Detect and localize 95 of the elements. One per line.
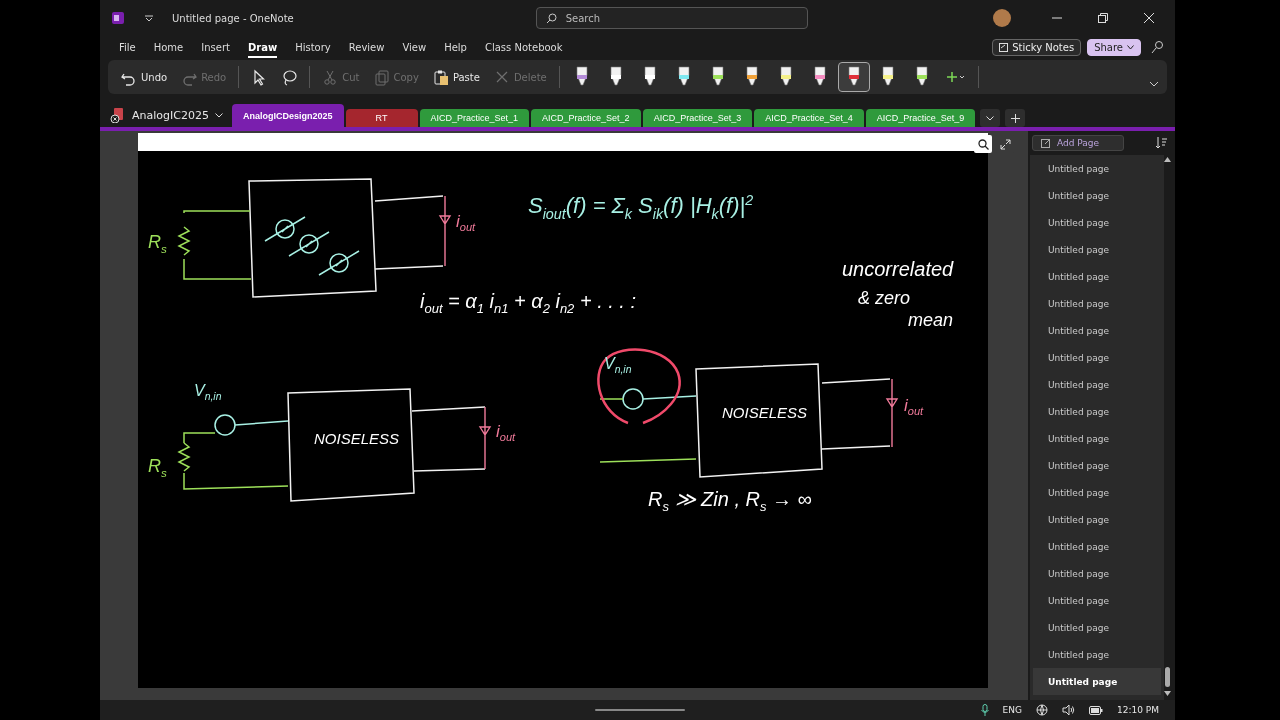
lasso-icon [281,68,298,86]
handwritten-note: uncorrelated [842,259,954,279]
page-item[interactable]: Untitled page [1030,371,1164,398]
microphone-icon[interactable] [980,704,989,716]
quick-access-caret-icon[interactable] [144,14,154,22]
search-icon [545,13,557,24]
scroll-up-icon[interactable] [1163,157,1171,162]
section-tab[interactable]: RT [345,109,418,127]
search-icon [977,138,989,150]
close-icon[interactable] [1144,13,1154,23]
restore-icon[interactable] [1098,13,1108,23]
section-tab[interactable]: AICD_Practice_Set_4 [754,109,864,127]
handwritten-note: i$_{out}$ = α$_{1}$ i$_{n1}$ + α$_{2}$ i$_{n2}$ + . . . : [420,291,637,315]
plus-icon [945,71,966,83]
handwritten-note: R$_{s}$ ≫ Zin , R$_{s}$ → ∞ [648,489,812,513]
user-avatar[interactable] [993,9,1011,27]
page-item[interactable]: Untitled page [1030,425,1164,452]
handwritten-note: S$_{iout}$(f) = Σ$_{k}$ S$_{ik}$(f) |H$_{k}$(f)|$^{2}$ [528,193,754,221]
caret-icon [214,112,223,118]
page-item[interactable]: Untitled page [1030,641,1164,668]
menu-tab[interactable]: History [286,39,340,55]
window-title: Untitled page - OneNote [172,12,294,24]
handwritten-note: & zero [858,289,911,307]
menu-tab[interactable]: Help [435,39,476,55]
section-tab[interactable]: AICD_Practice_Set_3 [642,109,753,127]
undo-button[interactable]: Undo [116,64,173,90]
speaker-icon[interactable] [1062,704,1075,716]
page-item[interactable]: Untitled page [1030,344,1164,371]
add-page-button[interactable]: Add Page [1032,135,1124,151]
menu-tab[interactable]: View [393,39,436,55]
section-tab[interactable]: AICD_Practice_Set_9 [865,109,976,127]
share-button[interactable]: Share [1087,38,1141,56]
handwritten-note: R$_{s}$ [148,233,167,255]
paste-button[interactable]: Paste [427,64,485,90]
note-icon [999,42,1009,52]
page-item[interactable]: Untitled page [1030,614,1164,641]
language-indicator[interactable]: ENG [1002,705,1022,715]
handwritten-note: R$_{s}$ [148,457,167,479]
copy-icon [373,68,390,86]
globe-icon[interactable] [1036,704,1048,716]
page-item[interactable]: Untitled page [1030,290,1164,317]
expand-icon [999,138,1011,150]
expand-ribbon-icon[interactable] [1149,81,1159,87]
menu-tab[interactable]: Review [339,39,394,55]
sticky-notes-button[interactable]: Sticky Notes [992,38,1082,56]
paste-icon [432,68,449,86]
page-item[interactable]: Untitled page [1030,209,1164,236]
battery-icon[interactable] [1089,705,1103,715]
handwritten-note: i$_{out}$ [496,423,516,444]
edit-icon [1041,138,1051,148]
drawing-canvas[interactable] [138,133,988,688]
plus-icon [1010,113,1020,123]
handwritten-note: i$_{out}$ [904,397,924,418]
handwritten-note: i$_{out}$ [456,213,476,234]
page-item[interactable]: Untitled page [1030,479,1164,506]
sort-icon[interactable] [1155,137,1167,149]
clock[interactable]: 12:10 PM [1117,705,1159,715]
handwritten-note: V$_{n,in}$ [194,383,222,403]
page-item[interactable]: Untitled page [1030,317,1164,344]
page-item[interactable]: Untitled page [1030,452,1164,479]
page-item[interactable]: Untitled page [1030,236,1164,263]
scroll-down-icon[interactable] [1163,691,1171,696]
search-field[interactable]: Search [535,7,808,29]
pen-button[interactable] [838,63,869,91]
section-tab[interactable]: AICD_Practice_Set_1 [419,109,530,127]
section-tab[interactable]: AnalogICDesign2025 [232,104,344,127]
page-item[interactable]: Untitled page [1030,587,1164,614]
menu-tab[interactable]: Draw [238,39,287,55]
notebook-selector[interactable]: AnalogIC2025 [110,103,230,127]
select-icon [251,68,268,86]
page-item[interactable]: Untitled page [1030,533,1164,560]
cut-icon [322,68,339,86]
handwritten-note: NOISELESS [314,431,400,446]
app-icon [112,12,124,24]
page-item[interactable]: Untitled page [1030,155,1164,182]
menu-tab[interactable]: File [110,39,145,55]
notebook-icon [110,107,126,123]
menu-tab[interactable]: Home [144,39,193,55]
menu-tab[interactable]: Class Notebook [476,39,572,55]
page-item[interactable]: Untitled page [1030,263,1164,290]
menu-tab[interactable]: Insert [192,39,239,55]
section-tab[interactable]: AICD_Practice_Set_2 [531,109,641,127]
page-item[interactable]: Untitled page [1030,506,1164,533]
handwritten-note: V$_{n,in}$ [604,356,632,376]
scrollbar-thumb[interactable] [1164,667,1170,687]
page-item[interactable]: Untitled page [1033,668,1161,695]
page-item[interactable]: Untitled page [1030,560,1164,587]
add-section-button[interactable] [1005,109,1026,127]
handwritten-note: mean [908,311,954,329]
handwritten-note: NOISELESS [722,405,808,420]
zoom-button[interactable] [974,135,992,153]
page-item[interactable]: Untitled page [1030,182,1164,209]
page-item[interactable]: Untitled page [1030,398,1164,425]
caret-icon [1127,44,1134,50]
chevron-icon [986,115,995,121]
